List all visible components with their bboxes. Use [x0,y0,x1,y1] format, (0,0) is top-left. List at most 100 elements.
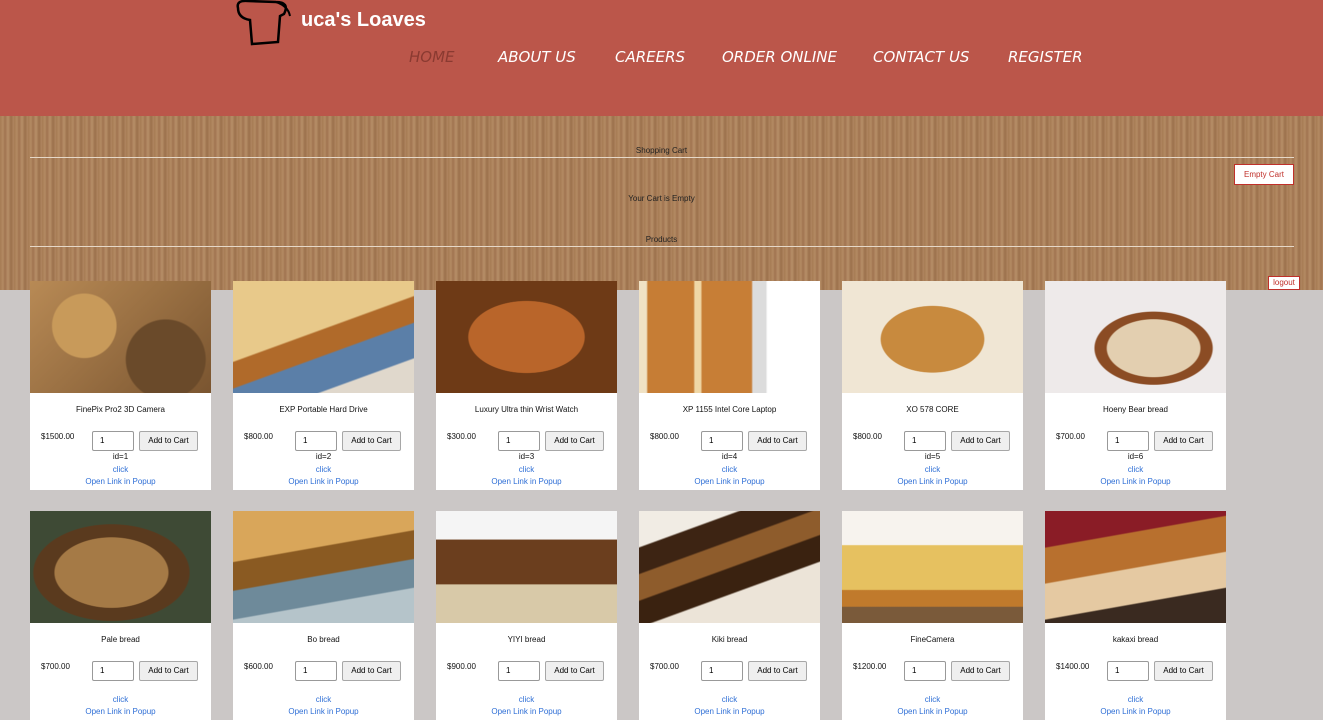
product-image [436,281,617,393]
click-link[interactable]: click [233,695,414,704]
product-name: Kiki bread [711,635,748,644]
add-to-cart-button[interactable]: Add to Cart [342,661,401,681]
product-price: $1200.00 [853,662,887,671]
open-popup-link[interactable]: Open Link in Popup [639,477,820,486]
product-price: $800.00 [650,432,679,441]
click-link[interactable]: click [436,465,617,474]
product-price: $700.00 [41,662,70,671]
nav-careers[interactable]: CAREERS [615,48,685,66]
click-link[interactable]: click [30,465,211,474]
product-name: EXP Portable Hard Drive [279,405,368,414]
cart-section-background [0,116,1323,290]
add-to-cart-button[interactable]: Add to Cart [748,431,807,451]
open-popup-link[interactable]: Open Link in Popup [1045,477,1226,486]
add-to-cart-button[interactable]: Add to Cart [748,661,807,681]
click-link[interactable]: click [842,465,1023,474]
quantity-input[interactable]: 1 [498,431,540,451]
quantity-input[interactable]: 1 [92,431,134,451]
product-id: id=6 [1127,452,1144,461]
quantity-input[interactable]: 1 [701,431,743,451]
open-popup-link[interactable]: Open Link in Popup [639,707,820,716]
product-name: Hoeny Bear bread [1103,405,1168,414]
add-to-cart-button[interactable]: Add to Cart [545,661,604,681]
product-image [233,281,414,393]
open-popup-link[interactable]: Open Link in Popup [1045,707,1226,716]
product-name: FineCamera [910,635,955,644]
add-to-cart-button[interactable]: Add to Cart [951,431,1010,451]
add-to-cart-button[interactable]: Add to Cart [951,661,1010,681]
nav-about-us[interactable]: ABOUT US [498,48,576,66]
product-card: Bo bread $600.00 1 Add to Cart click Ope… [233,511,414,720]
product-id: id=2 [315,452,332,461]
product-image [842,511,1023,623]
open-popup-link[interactable]: Open Link in Popup [30,707,211,716]
open-popup-link[interactable]: Open Link in Popup [842,707,1023,716]
product-image [639,511,820,623]
click-link[interactable]: click [842,695,1023,704]
click-link[interactable]: click [436,695,617,704]
product-id: id=5 [924,452,941,461]
quantity-input[interactable]: 1 [701,661,743,681]
add-to-cart-button[interactable]: Add to Cart [342,431,401,451]
product-card: FineCamera $1200.00 1 Add to Cart click … [842,511,1023,720]
click-link[interactable]: click [233,465,414,474]
add-to-cart-button[interactable]: Add to Cart [545,431,604,451]
product-name: YIYI bread [507,635,546,644]
click-link[interactable]: click [639,465,820,474]
open-popup-link[interactable]: Open Link in Popup [436,707,617,716]
click-link[interactable]: click [1045,465,1226,474]
product-name: Pale bread [101,635,140,644]
product-card: Luxury Ultra thin Wrist Watch $300.00 1 … [436,281,617,490]
product-image [30,281,211,393]
open-popup-link[interactable]: Open Link in Popup [233,707,414,716]
product-card: Pale bread $700.00 1 Add to Cart click O… [30,511,211,720]
bread-logo-icon [236,0,291,46]
nav-home[interactable]: HOME [409,48,455,66]
product-name: Bo bread [307,635,340,644]
product-price: $600.00 [244,662,273,671]
quantity-input[interactable]: 1 [295,661,337,681]
add-to-cart-button[interactable]: Add to Cart [139,661,198,681]
quantity-input[interactable]: 1 [1107,431,1149,451]
cart-empty-message: Your Cart is Empty [628,194,695,203]
product-name: FinePix Pro2 3D Camera [76,405,165,414]
product-image [30,511,211,623]
empty-cart-button[interactable]: Empty Cart [1234,164,1294,185]
click-link[interactable]: click [30,695,211,704]
add-to-cart-button[interactable]: Add to Cart [1154,431,1213,451]
nav-contact-us[interactable]: CONTACT US [873,48,969,66]
product-id: id=1 [112,452,129,461]
quantity-input[interactable]: 1 [904,431,946,451]
product-card: Kiki bread $700.00 1 Add to Cart click O… [639,511,820,720]
open-popup-link[interactable]: Open Link in Popup [233,477,414,486]
product-card: kakaxi bread $1400.00 1 Add to Cart clic… [1045,511,1226,720]
open-popup-link[interactable]: Open Link in Popup [842,477,1023,486]
product-card: YIYI bread $900.00 1 Add to Cart click O… [436,511,617,720]
product-image [436,511,617,623]
quantity-input[interactable]: 1 [1107,661,1149,681]
nav-register[interactable]: REGISTER [1008,48,1083,66]
product-name: kakaxi bread [1112,635,1159,644]
click-link[interactable]: click [639,695,820,704]
quantity-input[interactable]: 1 [904,661,946,681]
add-to-cart-button[interactable]: Add to Cart [1154,661,1213,681]
product-image [1045,281,1226,393]
product-card: FinePix Pro2 3D Camera $1500.00 1 Add to… [30,281,211,490]
open-popup-link[interactable]: Open Link in Popup [436,477,617,486]
logout-button[interactable]: logout [1268,276,1300,290]
product-price: $700.00 [1056,432,1085,441]
product-id: id=3 [518,452,535,461]
product-image [1045,511,1226,623]
quantity-input[interactable]: 1 [498,661,540,681]
nav-order-online[interactable]: ORDER ONLINE [722,48,837,66]
product-price: $1500.00 [41,432,75,441]
divider [30,246,1294,247]
product-price: $700.00 [650,662,679,671]
add-to-cart-button[interactable]: Add to Cart [139,431,198,451]
click-link[interactable]: click [1045,695,1226,704]
divider [30,157,1294,158]
product-image [639,281,820,393]
quantity-input[interactable]: 1 [295,431,337,451]
quantity-input[interactable]: 1 [92,661,134,681]
open-popup-link[interactable]: Open Link in Popup [30,477,211,486]
